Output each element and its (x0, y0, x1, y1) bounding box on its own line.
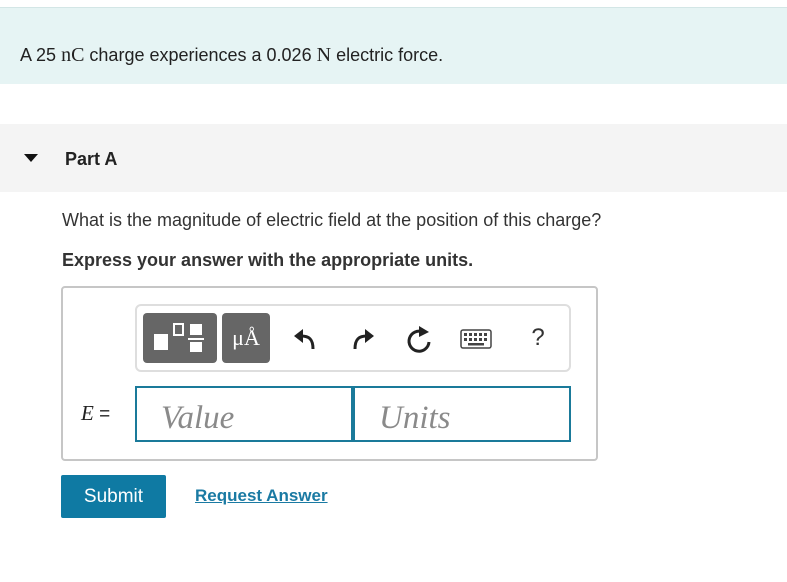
reset-button[interactable] (403, 322, 435, 356)
value-input[interactable] (135, 386, 353, 442)
math-toolbar: μÅ ? (135, 304, 571, 372)
part-title: Part A (65, 149, 118, 169)
force-unit: N (316, 44, 332, 66)
units-button[interactable]: μÅ (222, 313, 270, 363)
units-input[interactable] (353, 386, 571, 442)
redo-icon (353, 329, 374, 350)
templates-button[interactable] (143, 313, 217, 363)
problem-text-part: A 25 (20, 45, 57, 65)
keyboard-button[interactable] (459, 326, 493, 352)
charge-unit: nC (61, 44, 85, 66)
redo-button[interactable] (347, 324, 377, 354)
submit-button[interactable]: Submit (61, 475, 166, 518)
undo-button[interactable] (291, 324, 321, 354)
problem-statement: A 25 nC charge experiences a 0.026 N ele… (0, 7, 787, 84)
help-icon: ? (531, 324, 545, 351)
variable-symbol: E (81, 401, 94, 425)
units-icon: μÅ (232, 325, 260, 350)
templates-icon (154, 323, 204, 352)
equals-sign: = (99, 404, 111, 425)
problem-text: A 25 nC charge experiences a 0.026 N ele… (20, 44, 443, 67)
help-button[interactable]: ? (525, 320, 551, 356)
part-a-header[interactable]: Part A (0, 124, 787, 192)
undo-icon (294, 329, 315, 350)
reset-icon (407, 326, 431, 353)
request-answer-link[interactable]: Request Answer (195, 486, 328, 506)
question-text: What is the magnitude of electric field … (62, 210, 602, 230)
problem-text-part: electric force. (336, 45, 444, 65)
problem-text-part: charge experiences a 0.026 (89, 45, 312, 65)
answer-box: μÅ ? E = Value Units (61, 286, 598, 461)
instruction-text: Express your answer with the appropriate… (62, 250, 474, 270)
caret-down-icon[interactable] (24, 154, 38, 162)
variable-label: E = (81, 401, 110, 426)
keyboard-icon (460, 329, 492, 349)
